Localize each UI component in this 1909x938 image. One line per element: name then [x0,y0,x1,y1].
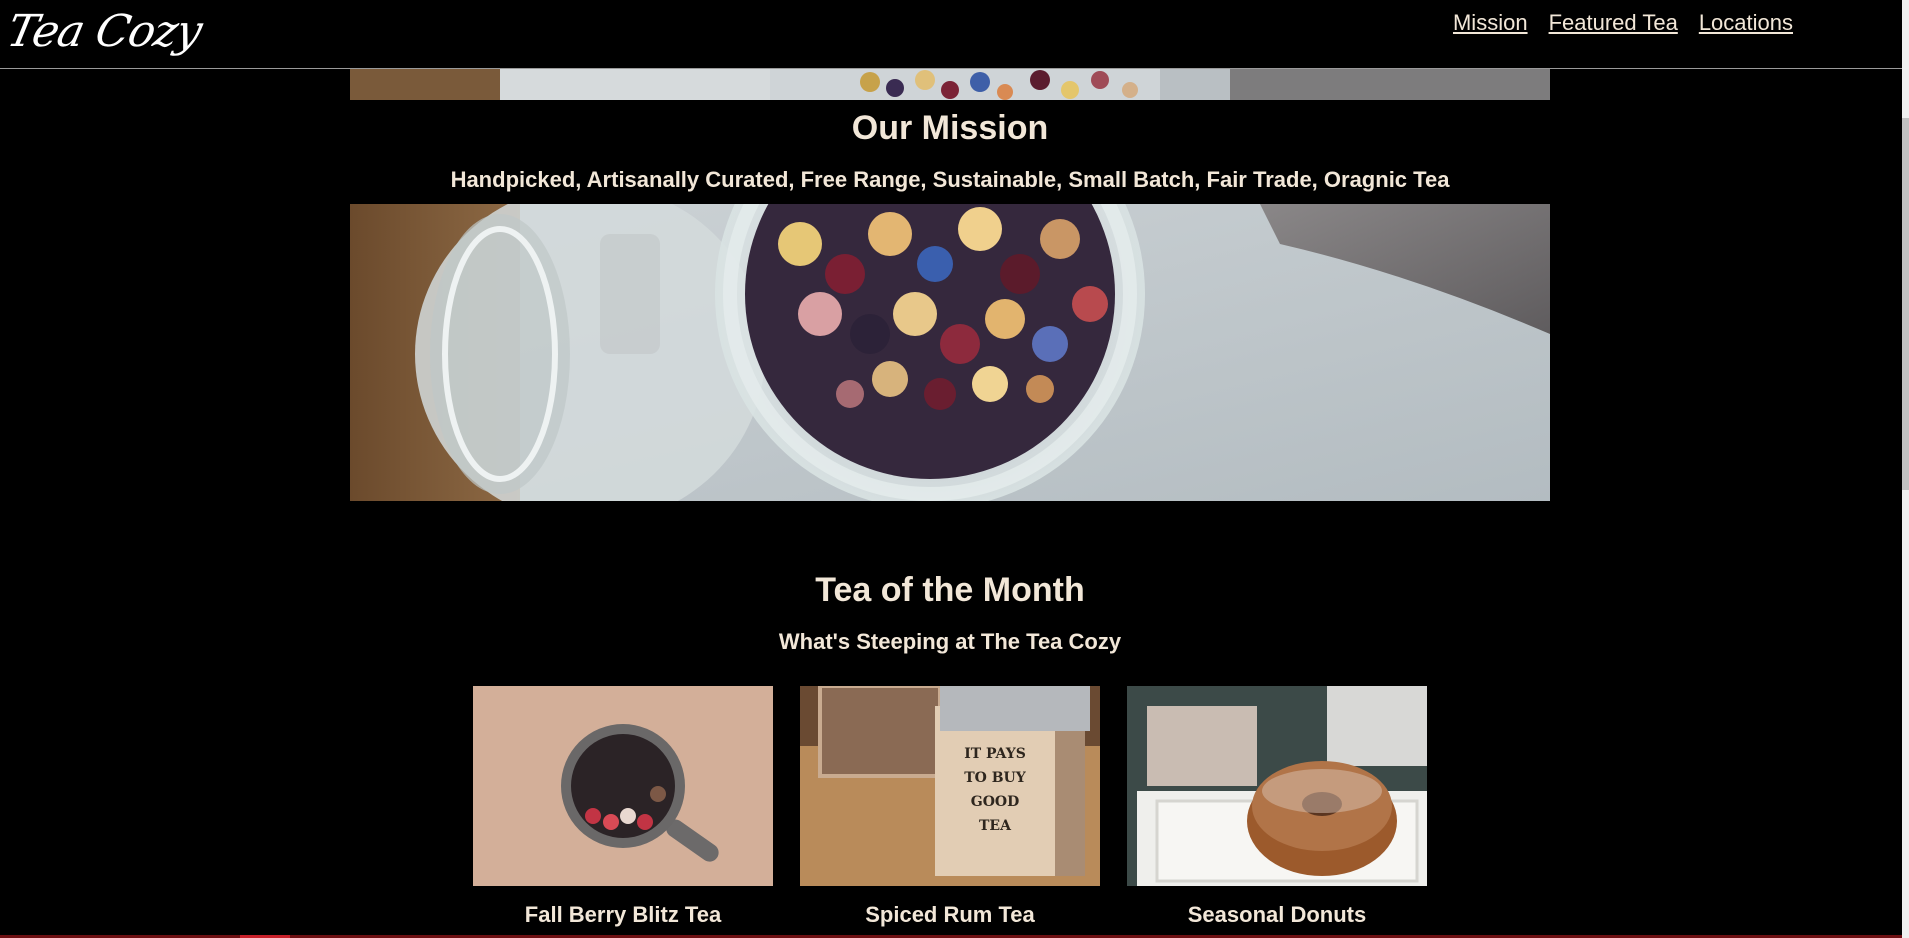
site-header: Tea Cozy Mission Featured Tea Locations [0,0,1902,69]
nav-link-locations[interactable]: Locations [1699,9,1793,37]
product-name: Spiced Rum Tea [865,902,1035,927]
scrollbar-thumb[interactable] [1902,118,1909,490]
box-sign-text: TEA [979,818,1012,834]
tea-of-month-title: Tea of the Month [815,571,1085,609]
hero-image-strip [350,68,1550,100]
product-name: Seasonal Donuts [1187,902,1367,927]
product-card: Fall Berry Blitz Tea [473,686,773,928]
site-logo[interactable]: Tea Cozy [3,2,206,62]
product-card: Seasonal Donuts [1127,686,1427,928]
page: Tea Cozy Mission Featured Tea Locations … [0,0,1909,938]
box-sign-text: GOOD [971,794,1020,810]
box-sign-text: IT PAYS [964,746,1026,762]
tea-box-image[interactable]: IT PAYS TO BUY GOOD TEA [800,686,1100,886]
mission-image [350,204,1550,501]
product-name: Fall Berry Blitz Tea [524,902,722,927]
product-card: IT PAYS TO BUY GOOD TEA Spiced Rum Tea [800,686,1100,928]
donut-image[interactable] [1127,686,1427,886]
nav-link-featured-tea[interactable]: Featured Tea [1549,9,1678,37]
mission-title: Our Mission [851,109,1049,147]
main-nav: Mission Featured Tea Locations [1453,9,1793,37]
vertical-scrollbar[interactable] [1902,0,1909,938]
nav-link-mission[interactable]: Mission [1453,9,1528,37]
box-sign-text: TO BUY [964,770,1027,786]
mission-subtitle: Handpicked, Artisanally Curated, Free Ra… [450,167,1450,192]
tea-product-list: Fall Berry Blitz Tea IT PAYS TO BUY GOOD… [473,686,1427,928]
berry-tea-mug-image[interactable] [473,686,773,886]
tea-of-month-subtitle: What's Steeping at The Tea Cozy [778,629,1122,654]
